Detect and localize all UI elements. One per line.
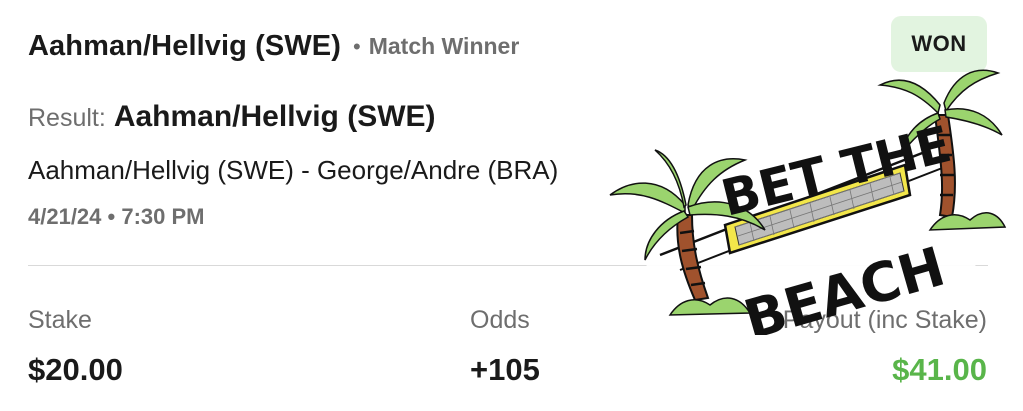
event-datetime: 4/21/24 • 7:30 PM <box>28 204 205 229</box>
odds-label: Odds <box>470 306 530 334</box>
market-type: Match Winner <box>368 33 520 59</box>
dot-separator: • <box>353 33 361 59</box>
bet-header: Aahman/Hellvig (SWE) • Match Winner <box>28 30 519 63</box>
event-name: Aahman/Hellvig (SWE) - George/Andre (BRA… <box>28 155 559 185</box>
result-value: Aahman/Hellvig (SWE) <box>113 100 436 133</box>
payout-value: $41.00 <box>892 352 987 387</box>
bet-the-beach-logo: BET THE BEACH <box>609 69 1007 335</box>
stake-value: $20.00 <box>28 352 123 387</box>
stake-label: Stake <box>28 306 92 334</box>
selection-title: Aahman/Hellvig (SWE) <box>28 30 341 62</box>
result-label: Result: <box>28 104 106 132</box>
bet-card[interactable]: Aahman/Hellvig (SWE) • Match Winner WON … <box>0 0 1023 411</box>
result-row: Result: Aahman/Hellvig (SWE) <box>28 100 436 134</box>
odds-value: +105 <box>470 352 540 387</box>
